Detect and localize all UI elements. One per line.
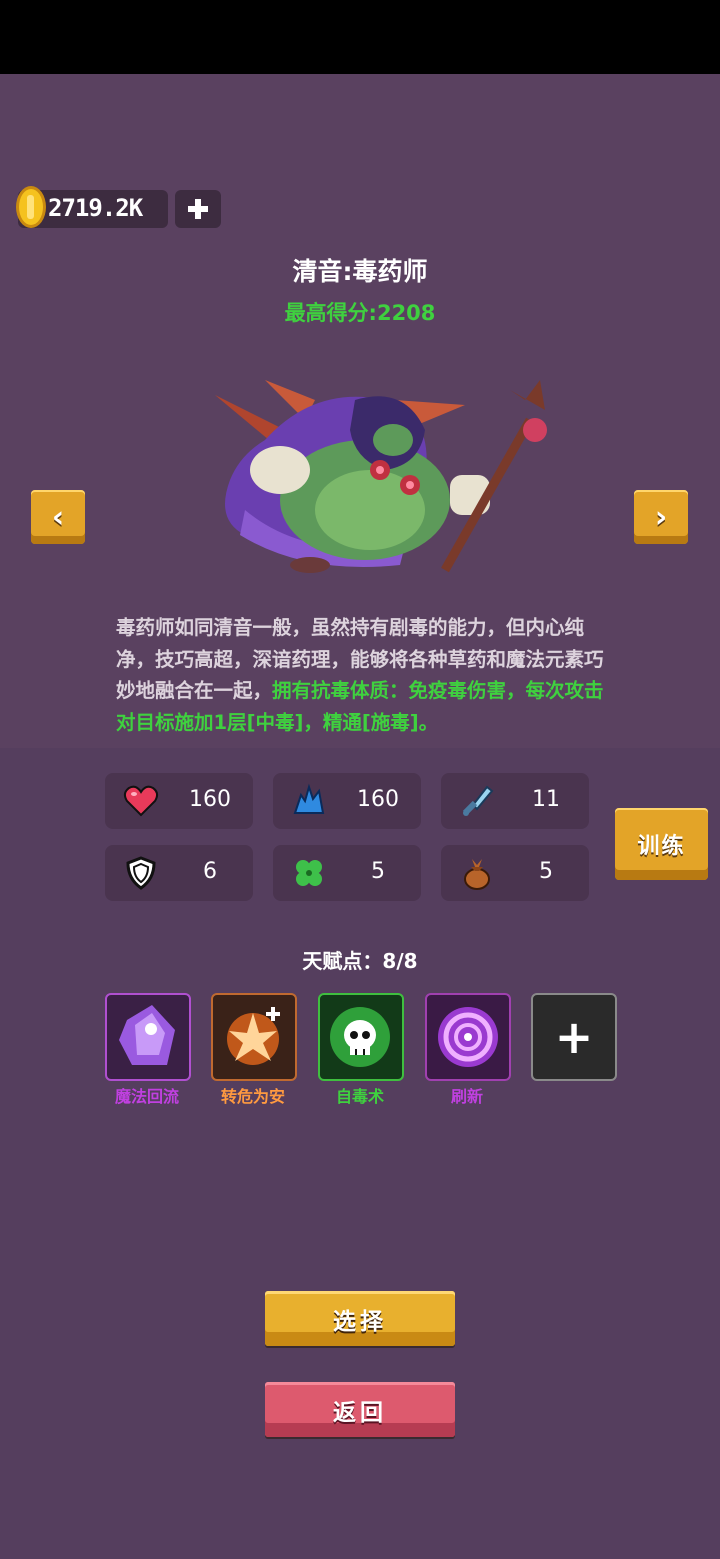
talent-points: 天赋点：8/8 xyxy=(302,949,418,973)
hero-portrait xyxy=(215,380,547,573)
stat-value: 11 xyxy=(532,787,560,812)
stat-value: 160 xyxy=(189,787,231,812)
stat-value: 5 xyxy=(539,859,553,884)
skill-label: 转危为安 xyxy=(220,1087,285,1106)
skill-magic-reflux[interactable] xyxy=(105,993,191,1081)
hero-title: 清音:毒药师 xyxy=(292,257,428,286)
skill-label: 刷新 xyxy=(450,1087,483,1106)
coin-icon xyxy=(16,186,46,228)
stat-attack: 11 xyxy=(441,773,589,829)
next-hero-button[interactable]: › xyxy=(634,490,688,544)
chevron-right-icon: › xyxy=(654,499,668,535)
burst-icon xyxy=(227,1007,280,1065)
swirl-icon xyxy=(438,1007,498,1067)
plus-icon xyxy=(188,199,208,219)
stat-value: 6 xyxy=(203,859,217,884)
stat-luck: 5 xyxy=(273,845,421,901)
skill-refresh[interactable] xyxy=(425,993,511,1081)
prev-hero-button[interactable]: ‹ xyxy=(31,490,85,544)
clover-icon xyxy=(296,860,322,886)
shield-icon xyxy=(126,856,156,890)
skill-self-poison[interactable] xyxy=(318,993,404,1081)
crystal-icon xyxy=(119,1005,175,1065)
plus-icon: + xyxy=(554,1010,594,1064)
stat-loot: 5 xyxy=(441,845,589,901)
add-coins-button[interactable] xyxy=(175,190,221,228)
stat-value: 160 xyxy=(357,787,399,812)
heart-icon xyxy=(123,785,159,817)
train-button[interactable]: 训练 xyxy=(615,808,708,880)
select-button[interactable]: 选择 xyxy=(265,1291,455,1346)
skill-label: 魔法回流 xyxy=(114,1087,179,1106)
skill-label: 自毒术 xyxy=(335,1087,384,1106)
stat-defense: 6 xyxy=(105,845,253,901)
sword-icon xyxy=(462,785,494,816)
back-button[interactable]: 返回 xyxy=(265,1382,455,1437)
stat-energy: 160 xyxy=(273,773,421,829)
add-skill-button[interactable]: + xyxy=(531,993,617,1081)
pouch-icon xyxy=(464,859,490,890)
chevron-left-icon: ‹ xyxy=(51,499,65,535)
skill-turn-safe[interactable] xyxy=(211,993,297,1081)
skull-icon xyxy=(330,1007,390,1067)
coin-amount: 2719.2K xyxy=(48,194,143,222)
best-score: 最高得分:2208 xyxy=(284,301,436,325)
stat-value: 5 xyxy=(371,859,385,884)
hero-description: 毒药师如同清音一般，虽然持有剧毒的能力，但内心纯净，技巧高超，深谙药理，能够将各… xyxy=(116,612,608,738)
energy-icon xyxy=(293,783,325,814)
stat-health: 160 xyxy=(105,773,253,829)
status-bar xyxy=(0,0,720,74)
